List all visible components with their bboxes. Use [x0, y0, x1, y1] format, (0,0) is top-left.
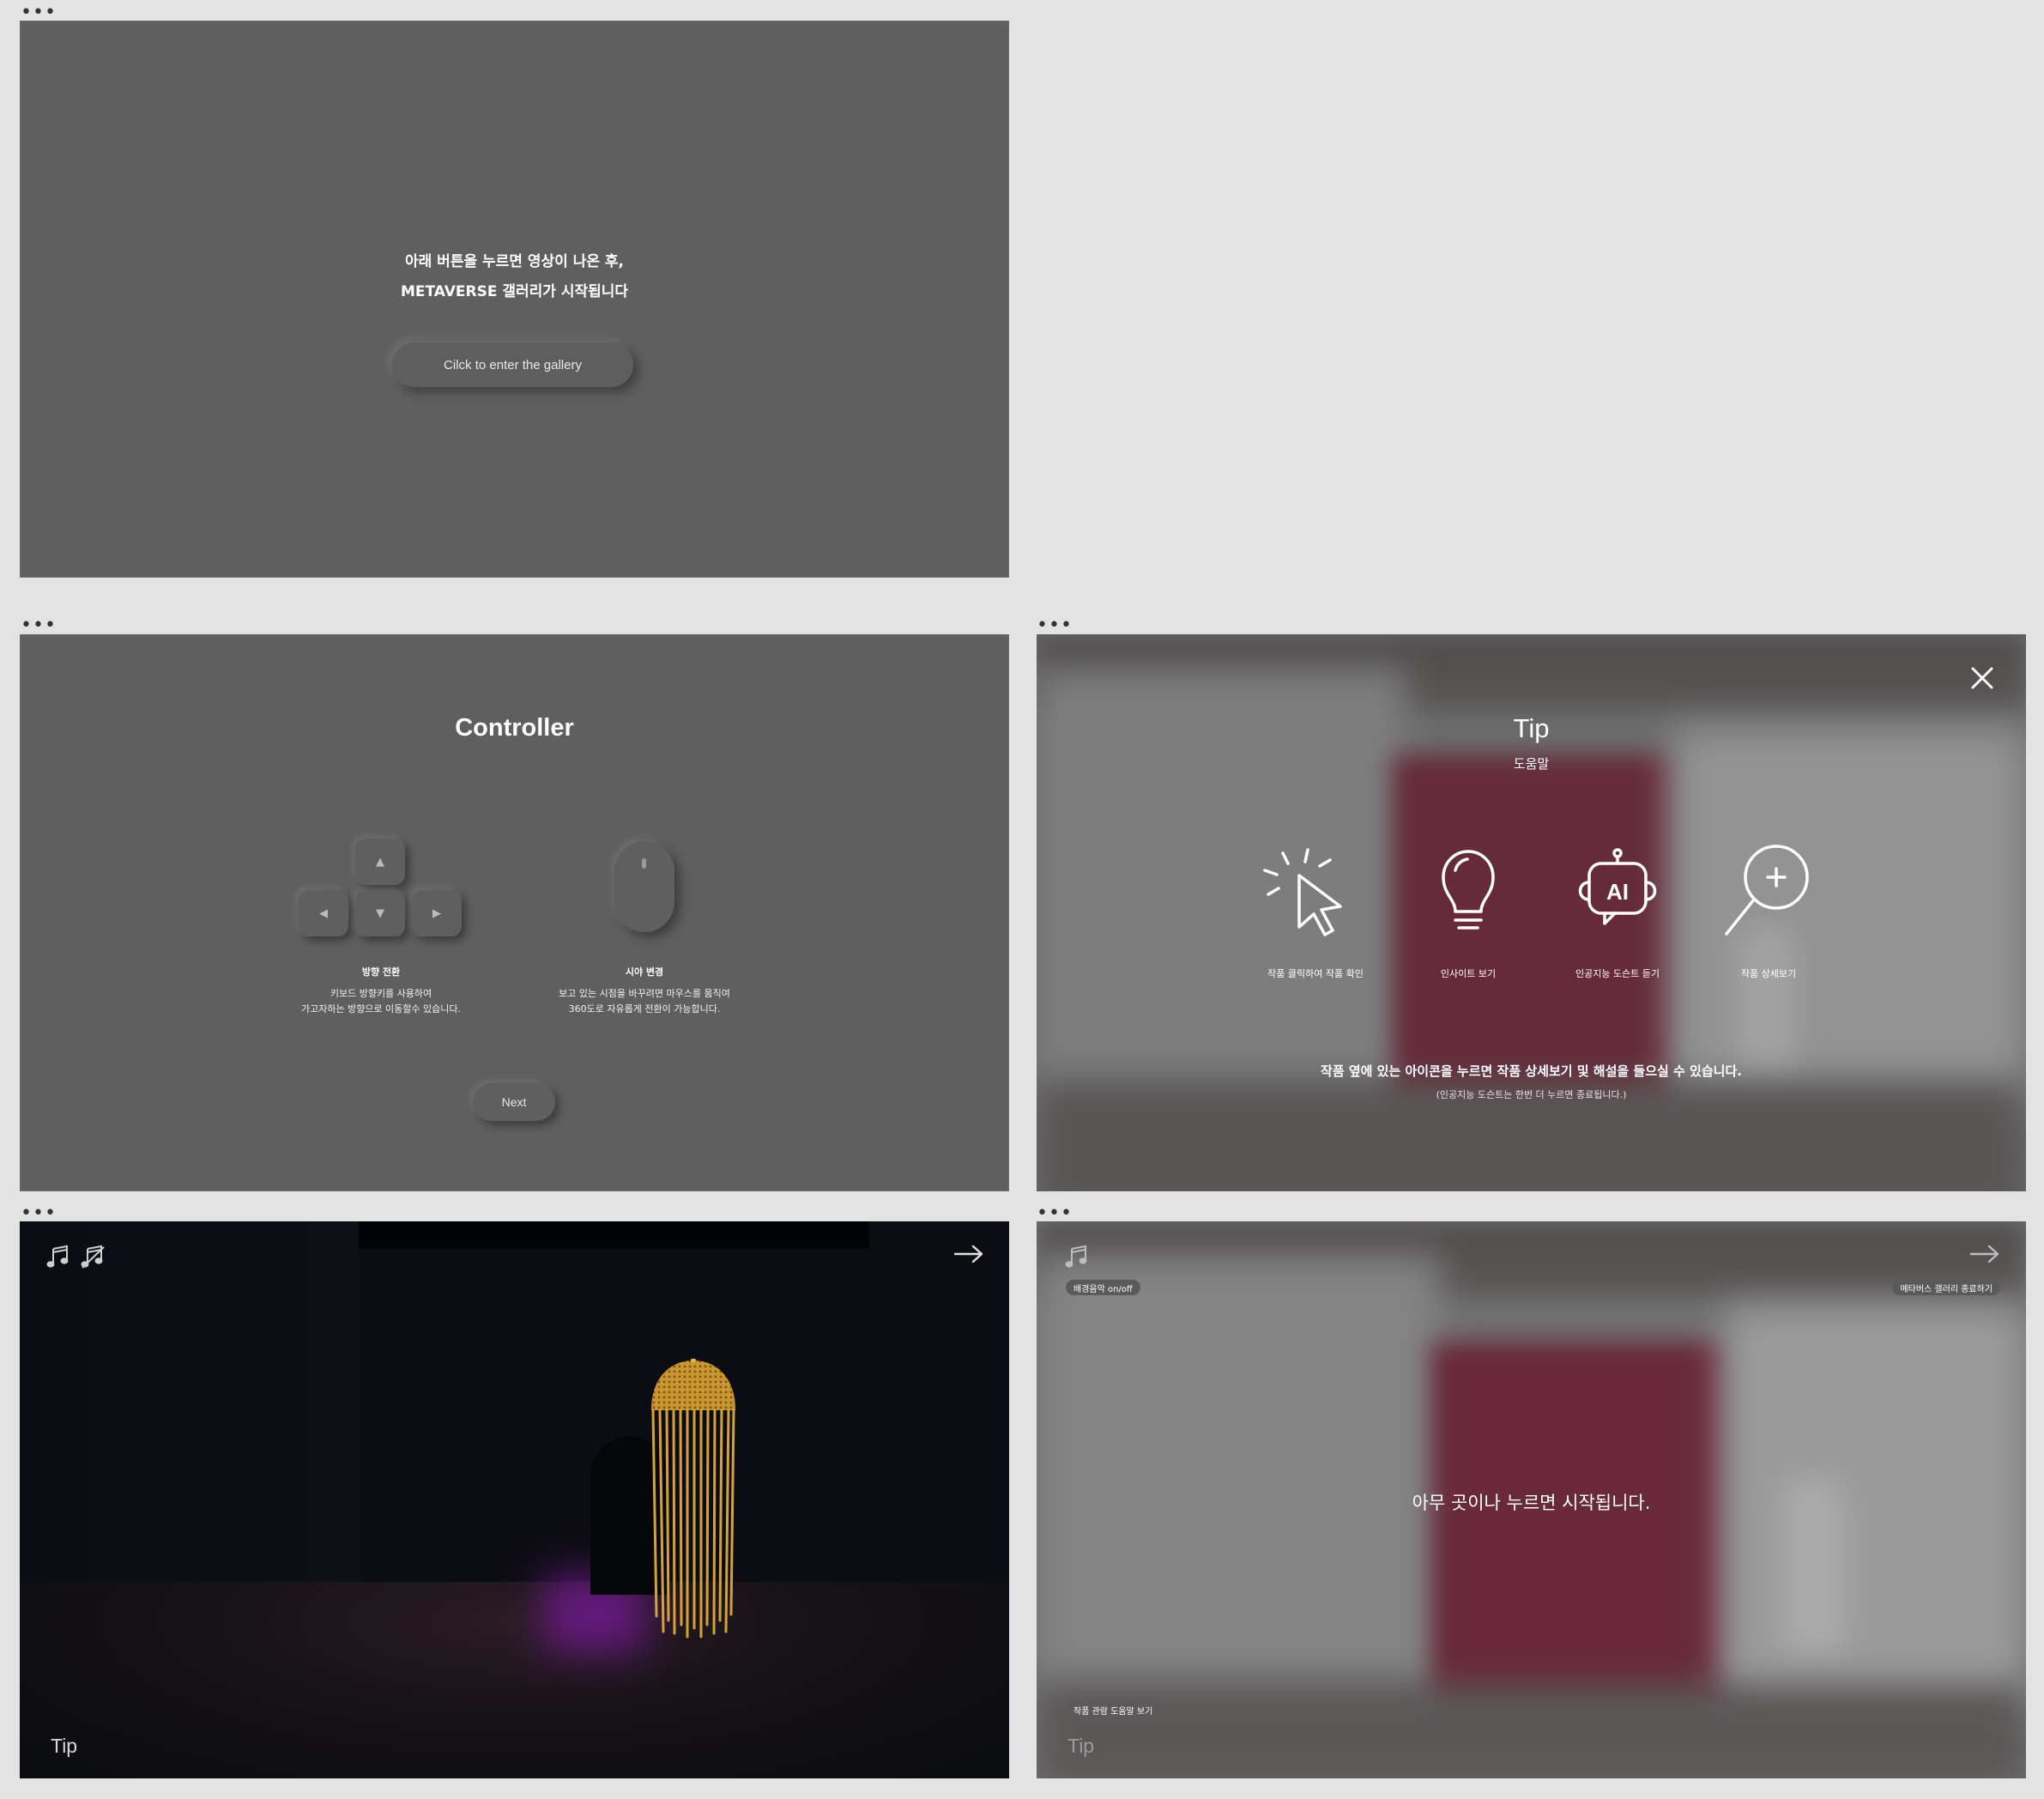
tip-link[interactable]: Tip	[1067, 1735, 1094, 1758]
arrow-right-icon[interactable]	[953, 1244, 984, 1264]
arrow-down-icon: ▼	[376, 906, 384, 920]
mouse-desc-line2: 360도로 자유롭게 전환이 가능합니다.	[568, 1003, 721, 1015]
ai-docent-icon: AI	[1578, 848, 1657, 925]
keyboard-label: 방향 전환	[361, 966, 401, 978]
intro-text-line2: METAVERSE 갤러리가 시작됩니다	[400, 283, 629, 300]
arrow-up-icon: ▲	[376, 855, 384, 869]
tip-link[interactable]: Tip	[51, 1735, 77, 1758]
tip-item-label: 작품 상세보기	[1740, 968, 1797, 979]
music-on-icon[interactable]	[45, 1244, 71, 1269]
tip-item-label: 인사이트 보기	[1440, 968, 1497, 979]
start-screen[interactable]: 배경음악 on/off 메타버스 갤러리 종료하기 아무 곳이나 누르면 시작됩…	[1037, 1221, 2026, 1778]
music-off-icon[interactable]	[80, 1244, 106, 1269]
enter-gallery-button[interactable]: Cilck to enter the gallery	[392, 342, 633, 387]
close-icon[interactable]	[1969, 665, 1995, 691]
tip-item-label: 작품 클릭하여 작품 확인	[1267, 968, 1364, 979]
bgm-toggle-hint: 배경음악 on/off	[1066, 1280, 1140, 1295]
arrow-right-icon: ▶	[432, 906, 441, 920]
intro-screen: 아래 버튼을 누르면 영상이 나온 후, METAVERSE 갤러리가 시작됩니…	[20, 21, 1009, 578]
exit-gallery-hint: 메타버스 갤러리 종료하기	[1892, 1280, 2000, 1295]
mouse-label: 시야 변경	[625, 966, 664, 978]
guide-hint: 작품 관람 도움말 보기	[1066, 1702, 1161, 1717]
arrow-left-icon: ◀	[319, 906, 328, 920]
arrow-down-key: ▼	[355, 890, 405, 936]
frame-menu-dots: •••	[21, 1202, 57, 1224]
gallery-view[interactable]: Tip	[20, 1221, 1009, 1778]
tip-main-text: 작품 옆에 있는 아이콘을 누르면 작품 상세보기 및 해설을 들으실 수 있습…	[1321, 1063, 1742, 1079]
start-message: 아무 곳이나 누르면 시작됩니다.	[1412, 1493, 1651, 1513]
mouse-desc-line1: 보고 있는 시점을 바꾸려면 마우스를 움직여	[559, 988, 730, 999]
arrow-right-key: ▶	[412, 890, 462, 936]
svg-text:AI: AI	[1606, 879, 1629, 905]
arrow-right-icon[interactable]	[1969, 1244, 2000, 1264]
zoom-in-icon	[1725, 845, 1809, 936]
frame-menu-dots: •••	[21, 2, 57, 23]
frame-menu-dots: •••	[1037, 1202, 1073, 1224]
tip-subtitle: 도움말	[1513, 756, 1550, 772]
frame-menu-dots: •••	[21, 615, 57, 636]
lightbulb-icon	[1442, 850, 1495, 930]
controller-title: Controller	[455, 714, 574, 742]
music-on-icon[interactable]	[1064, 1244, 1090, 1269]
intro-text-line1: 아래 버튼을 누르면 영상이 나온 후,	[404, 253, 624, 270]
golden-sculpture[interactable]	[646, 1359, 741, 1642]
tip-screen: Tip 도움말 작품 클릭하여 작품 확인 인사이트 보기 AI 인공지능 도슨…	[1037, 634, 2026, 1191]
cursor-click-icon	[1263, 848, 1342, 936]
tip-note: (인공지능 도슨트는 한번 더 누르면 종료됩니다.)	[1436, 1089, 1627, 1100]
arrow-up-key: ▲	[355, 839, 405, 885]
controller-screen: Controller ▲ ◀ ▼ ▶ 방향 전환 키보드 방향키를 사용하여 가…	[20, 634, 1009, 1191]
frame-menu-dots: •••	[1037, 615, 1073, 636]
mouse-icon	[614, 841, 674, 932]
arrow-left-key: ◀	[299, 890, 348, 936]
tip-title: Tip	[1513, 713, 1550, 743]
keyboard-desc-line1: 키보드 방향키를 사용하여	[330, 988, 432, 999]
next-button[interactable]: Next	[473, 1083, 555, 1121]
keyboard-desc-line2: 가고자하는 방향으로 이동할수 있습니다.	[300, 1003, 462, 1015]
tip-item-label: 인공지능 도슨트 듣기	[1575, 968, 1660, 979]
